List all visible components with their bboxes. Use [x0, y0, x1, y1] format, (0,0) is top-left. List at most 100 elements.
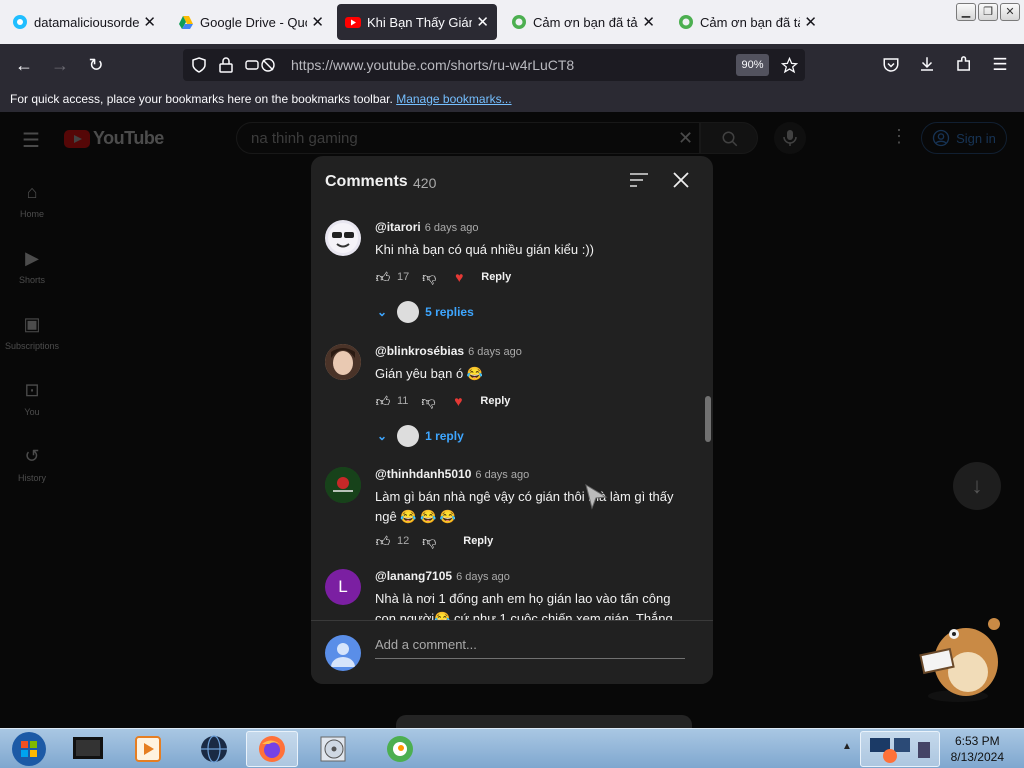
replies-count: 5 replies: [425, 305, 474, 319]
taskbar-app-media-player[interactable]: [124, 731, 172, 767]
tab-google-drive[interactable]: Google Drive - Quota ✕: [170, 0, 332, 44]
close-tab-icon[interactable]: ✕: [311, 13, 324, 31]
comments-scrollbar[interactable]: [705, 396, 711, 442]
start-button[interactable]: [2, 731, 56, 767]
creator-heart-icon: ♥: [455, 269, 464, 285]
comment-actions: 👍︎ 17 👎︎ ♥ Reply: [373, 267, 512, 287]
close-icon[interactable]: [672, 171, 690, 189]
shield-icon[interactable]: [191, 57, 207, 73]
gaming-logo-icon: [325, 467, 361, 503]
coccoc-icon: [512, 15, 526, 29]
show-hidden-icons-icon[interactable]: ▲: [842, 741, 852, 752]
lock-icon[interactable]: [219, 57, 233, 73]
comment-author[interactable]: @blinkrosébias 6 days ago: [375, 344, 522, 358]
tab-datamalicious[interactable]: datamaliciousorder. ✕: [4, 0, 164, 44]
restore-button[interactable]: ❐: [978, 3, 998, 21]
comment-actions: 👍︎ 12 👎︎ Reply: [373, 531, 494, 551]
system-clock[interactable]: 6:53 PM 8/13/2024: [951, 733, 1004, 765]
person-photo-icon: [325, 344, 361, 380]
avatar[interactable]: L: [325, 569, 361, 605]
media-player-icon: [135, 736, 161, 762]
minimize-button[interactable]: ▁: [956, 3, 976, 21]
close-tab-icon[interactable]: ✕: [143, 13, 156, 31]
tab-youtube-short[interactable]: Khi Bạn Thấy Gián 2 ✕: [337, 4, 497, 40]
sort-icon[interactable]: [629, 172, 649, 188]
taskbar-app-desktop[interactable]: [64, 731, 112, 767]
menu-icon[interactable]: ☰: [989, 54, 1011, 76]
replies-count: 1 reply: [425, 429, 464, 443]
comments-count: 420: [413, 175, 437, 191]
close-window-button[interactable]: ✕: [1000, 3, 1020, 21]
view-replies-button[interactable]: ⌄ 1 reply: [377, 424, 464, 448]
coccoc-icon: [679, 15, 693, 29]
close-tab-icon[interactable]: ✕: [804, 13, 817, 31]
like-icon[interactable]: 👍︎: [373, 391, 393, 411]
comment-time: 6 days ago: [456, 571, 510, 583]
dataset-icon: [13, 15, 27, 29]
tab-coccoc-1[interactable]: Cảm ơn bạn đã tải tr ✕: [503, 0, 663, 44]
comment-actions: 👍︎ 11 👎︎ ♥ Reply: [373, 391, 511, 411]
dislike-icon[interactable]: 👎︎: [418, 391, 438, 411]
comment-author[interactable]: @itarori 6 days ago: [375, 220, 479, 234]
comment-text: Gián yêu bạn ó 😂: [375, 366, 483, 381]
bookmarks-hint: For quick access, place your bookmarks h…: [10, 92, 393, 106]
comment-author[interactable]: @thinhdanh5010 6 days ago: [375, 467, 529, 481]
chevron-down-icon: ⌄: [377, 305, 388, 319]
creator-heart-icon: ♥: [454, 393, 463, 409]
clock-time: 6:53 PM: [954, 734, 1000, 748]
downloads-icon[interactable]: [918, 55, 936, 73]
comments-panel: Comments 420 @itarori 6 days ago Khi nhà …: [311, 156, 713, 684]
reply-button[interactable]: Reply: [481, 271, 511, 283]
user-avatar: [325, 635, 361, 671]
bookmark-star-icon[interactable]: [781, 57, 798, 74]
permissions-icon[interactable]: [245, 57, 279, 73]
mouse-cursor-icon: [585, 483, 608, 510]
taskbar-thumbnail-preview[interactable]: [860, 731, 940, 767]
like-icon[interactable]: 👍︎: [373, 531, 393, 551]
avatar[interactable]: [325, 220, 361, 256]
window-thumbnail-icon: [870, 738, 930, 763]
dislike-icon[interactable]: 👎︎: [419, 267, 439, 287]
comments-header: Comments 420: [311, 156, 713, 208]
close-tab-icon[interactable]: ✕: [642, 13, 655, 31]
tab-strip: datamaliciousorder. ✕ Google Drive - Quo…: [0, 0, 1024, 44]
tab-coccoc-2[interactable]: Cảm ơn bạn đã tải tr ✕: [670, 0, 825, 44]
manage-bookmarks-link[interactable]: Manage bookmarks...: [396, 92, 511, 106]
back-icon[interactable]: ←: [13, 54, 35, 76]
taskbar-app-coccoc[interactable]: [376, 731, 424, 767]
comment-author[interactable]: @lanang7105 6 days ago: [375, 569, 510, 583]
taskbar-app-globe[interactable]: [190, 731, 238, 767]
reply-button[interactable]: Reply: [480, 395, 510, 407]
comment-text: Khi nhà bạn có quá nhiều gián kiểu :)): [375, 242, 594, 257]
extensions-icon[interactable]: [955, 55, 973, 73]
reload-icon[interactable]: ↻: [85, 54, 107, 76]
monitor-icon: [73, 737, 103, 759]
forward-icon[interactable]: →: [49, 54, 71, 76]
url-bar[interactable]: https://www.youtube.com/shorts/ru-w4rLuC…: [183, 49, 805, 81]
google-drive-icon: [179, 16, 193, 29]
zoom-level-button[interactable]: 90%: [736, 54, 769, 76]
like-count: 17: [397, 271, 410, 283]
close-tab-icon[interactable]: ✕: [476, 13, 489, 31]
view-replies-button[interactable]: ⌄ 5 replies: [377, 300, 474, 324]
comment-time: 6 days ago: [475, 469, 530, 481]
add-comment-input[interactable]: Add a comment...: [375, 637, 685, 659]
taskbar-app-disc-tool[interactable]: [308, 731, 360, 767]
next-short-button[interactable]: ↓: [953, 462, 1001, 510]
avatar[interactable]: [325, 467, 361, 503]
globe-icon: [201, 735, 227, 763]
pocket-icon[interactable]: [882, 56, 900, 74]
comment-time: 6 days ago: [424, 222, 479, 234]
comments-title: Comments: [325, 173, 408, 190]
dislike-icon[interactable]: 👎︎: [419, 531, 439, 551]
comment-text: Làm gì bán nhà ngê vậy có gián thôi mà l…: [375, 489, 674, 524]
avatar[interactable]: [325, 344, 361, 380]
coccoc-icon: [387, 736, 413, 762]
reply-button[interactable]: Reply: [463, 535, 493, 547]
like-icon[interactable]: 👍︎: [373, 267, 393, 287]
tab-title: datamaliciousorder.: [34, 14, 140, 30]
add-comment-bar: Add a comment...: [311, 620, 713, 684]
like-count: 11: [397, 395, 409, 407]
tab-title: Google Drive - Quota: [200, 14, 307, 30]
taskbar-app-firefox[interactable]: [246, 731, 298, 767]
